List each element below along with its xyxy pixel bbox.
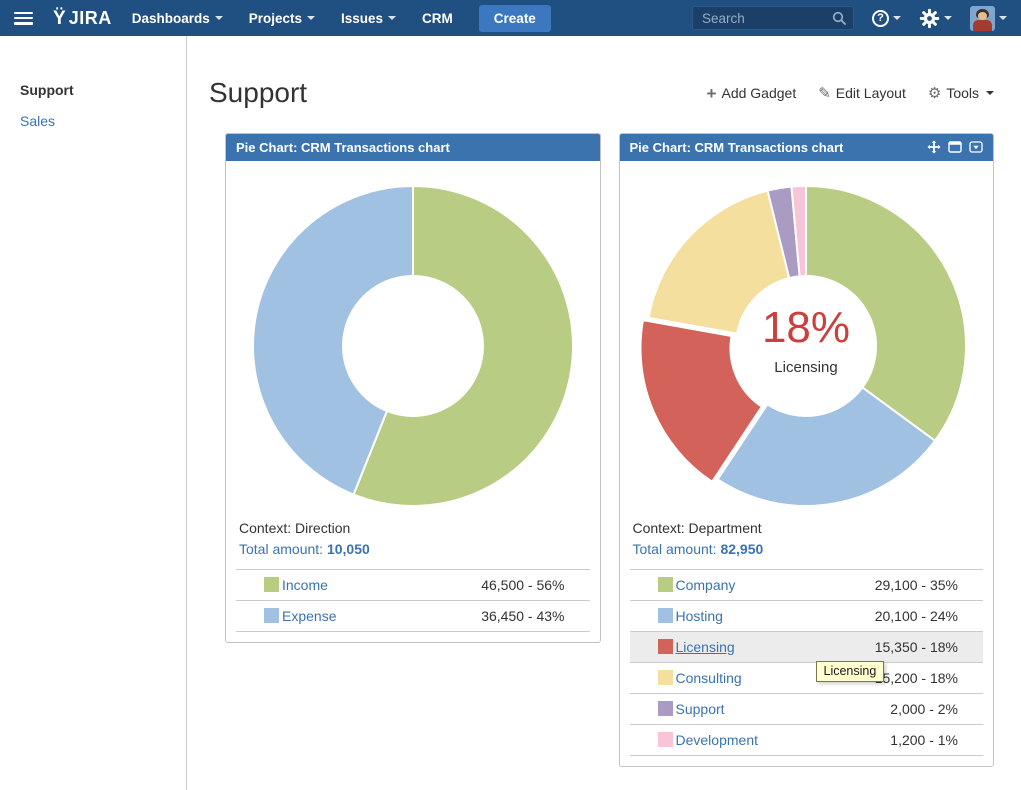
- dashboard-sidebar: Support Sales: [0, 36, 187, 790]
- gadget-body: 18% Licensing Context: Department Total a…: [620, 161, 994, 766]
- legend-value: 1,200 - 1%: [808, 724, 983, 755]
- legend-label-link[interactable]: Hosting: [676, 608, 723, 624]
- legend-swatch: [264, 577, 279, 592]
- chevron-down-icon: [893, 16, 901, 20]
- gadget-header[interactable]: Pie Chart: CRM Transactions chart: [226, 134, 600, 161]
- total-amount: Total amount: 82,950: [633, 541, 981, 557]
- search-input[interactable]: [700, 10, 832, 27]
- hamburger-menu-icon[interactable]: [14, 12, 33, 25]
- donut-center-percent: 18%: [762, 303, 850, 352]
- legend-value: 36,450 - 43%: [385, 600, 590, 631]
- chevron-down-icon: [215, 16, 223, 20]
- gadget-title: Pie Chart: CRM Transactions chart: [236, 140, 450, 155]
- legend-row[interactable]: Consulting15,200 - 18%: [630, 662, 984, 693]
- menu-projects[interactable]: Projects: [249, 11, 315, 26]
- help-menu[interactable]: ?: [872, 10, 901, 27]
- donut-center-label: Licensing: [775, 359, 838, 376]
- legend-value: 46,500 - 56%: [385, 569, 590, 600]
- gear-icon: [919, 8, 940, 29]
- legend-label-link[interactable]: Income: [282, 577, 328, 593]
- legend-tooltip: Licensing: [816, 661, 885, 682]
- edit-layout-button[interactable]: ✎ Edit Layout: [818, 85, 906, 101]
- tools-button[interactable]: ⚙ Tools: [928, 85, 994, 101]
- legend-swatch: [658, 608, 673, 623]
- add-gadget-button[interactable]: + Add Gadget: [707, 85, 797, 102]
- page-title: Support: [209, 78, 307, 109]
- legend-label-link[interactable]: Licensing: [676, 639, 735, 655]
- help-icon: ?: [872, 10, 889, 27]
- gadget-body: Context: Direction Total amount: 10,050 …: [226, 161, 600, 642]
- legend-label-link[interactable]: Support: [676, 701, 725, 717]
- legend-swatch: [264, 608, 279, 623]
- legend-table: Company29,100 - 35%Hosting20,100 - 24%Li…: [630, 569, 984, 756]
- gadget-title: Pie Chart: CRM Transactions chart: [630, 140, 844, 155]
- avatar: [970, 6, 995, 31]
- legend-label-link[interactable]: Company: [676, 577, 736, 593]
- legend-table: Income 46,500 - 56% Expense 36,450 - 43%: [236, 569, 590, 632]
- chevron-down-icon: [307, 16, 315, 20]
- legend-swatch: [658, 732, 673, 747]
- legend-value: 29,100 - 35%: [808, 569, 983, 600]
- legend-value: 2,000 - 2%: [808, 693, 983, 724]
- gadget-header-icons: [927, 140, 983, 154]
- top-navbar: Ÿ JIRA Dashboards Projects Issues CRM Cr…: [0, 0, 1021, 36]
- gadget-header[interactable]: Pie Chart: CRM Transactions chart: [620, 134, 994, 161]
- sidebar-item-sales[interactable]: Sales: [20, 113, 186, 129]
- dashboard-main: Support + Add Gadget ✎ Edit Layout ⚙ Too…: [188, 36, 1021, 767]
- chevron-down-icon: [999, 16, 1007, 20]
- total-amount-value: 10,050: [327, 541, 370, 557]
- total-amount: Total amount: 10,050: [239, 541, 587, 557]
- main-menu: Dashboards Projects Issues CRM Create: [132, 5, 551, 32]
- legend-swatch: [658, 577, 673, 592]
- maximize-icon[interactable]: [948, 140, 962, 154]
- context-label: Context: Department: [633, 520, 981, 536]
- sidebar-item-support[interactable]: Support: [20, 82, 186, 98]
- search-box[interactable]: [692, 6, 854, 30]
- legend-label-link[interactable]: Development: [676, 732, 759, 748]
- donut-chart-department: 18% Licensing: [630, 171, 984, 516]
- dashboard-actions: + Add Gadget ✎ Edit Layout ⚙ Tools: [707, 85, 994, 102]
- navbar-right: ?: [692, 6, 1007, 31]
- jira-logo-text: JIRA: [69, 8, 112, 29]
- gear-icon: ⚙: [928, 86, 941, 101]
- page-header: Support + Add Gadget ✎ Edit Layout ⚙ Too…: [209, 78, 994, 109]
- menu-crm[interactable]: CRM: [422, 11, 453, 26]
- legend-row[interactable]: Expense 36,450 - 43%: [236, 600, 590, 631]
- create-button[interactable]: Create: [479, 5, 551, 32]
- legend-label-link[interactable]: Expense: [282, 608, 336, 624]
- menu-dashboards[interactable]: Dashboards: [132, 11, 223, 26]
- legend-row[interactable]: Support 2,000 - 2%: [630, 693, 984, 724]
- settings-menu[interactable]: [919, 8, 952, 29]
- legend-row[interactable]: Development 1,200 - 1%: [630, 724, 984, 755]
- plus-icon: +: [707, 85, 717, 102]
- total-amount-value: 82,950: [720, 541, 763, 557]
- legend-swatch: [658, 670, 673, 685]
- move-icon[interactable]: [927, 140, 941, 154]
- menu-issues[interactable]: Issues: [341, 11, 396, 26]
- jira-logo[interactable]: Ÿ JIRA: [53, 8, 112, 29]
- chevron-down-icon: [388, 16, 396, 20]
- chevron-down-icon: [944, 16, 952, 20]
- legend-row[interactable]: Hosting 20,100 - 24%: [630, 600, 984, 631]
- gadget-row: Pie Chart: CRM Transactions chart Contex…: [225, 133, 994, 767]
- search-icon: [832, 11, 846, 25]
- legend-row[interactable]: Company 29,100 - 35%: [630, 569, 984, 600]
- user-menu[interactable]: [970, 6, 1007, 31]
- legend-swatch: [658, 701, 673, 716]
- gadget-pie-direction: Pie Chart: CRM Transactions chart Contex…: [225, 133, 601, 643]
- gadget-pie-department: Pie Chart: CRM Transactions chart: [619, 133, 995, 767]
- legend-value: 15,350 - 18%: [808, 631, 983, 662]
- legend-swatch: [658, 639, 673, 654]
- donut-chart-direction: [236, 171, 590, 516]
- legend-row[interactable]: Licensing 15,350 - 18%: [630, 631, 984, 662]
- legend-value: 20,100 - 24%: [808, 600, 983, 631]
- legend-row[interactable]: Income 46,500 - 56%: [236, 569, 590, 600]
- dropdown-icon[interactable]: [969, 140, 983, 154]
- pencil-icon: ✎: [818, 86, 831, 101]
- jira-logo-icon: Ÿ: [53, 9, 66, 28]
- chevron-down-icon: [986, 91, 994, 95]
- legend-label-link[interactable]: Consulting: [676, 670, 742, 686]
- context-label: Context: Direction: [239, 520, 587, 536]
